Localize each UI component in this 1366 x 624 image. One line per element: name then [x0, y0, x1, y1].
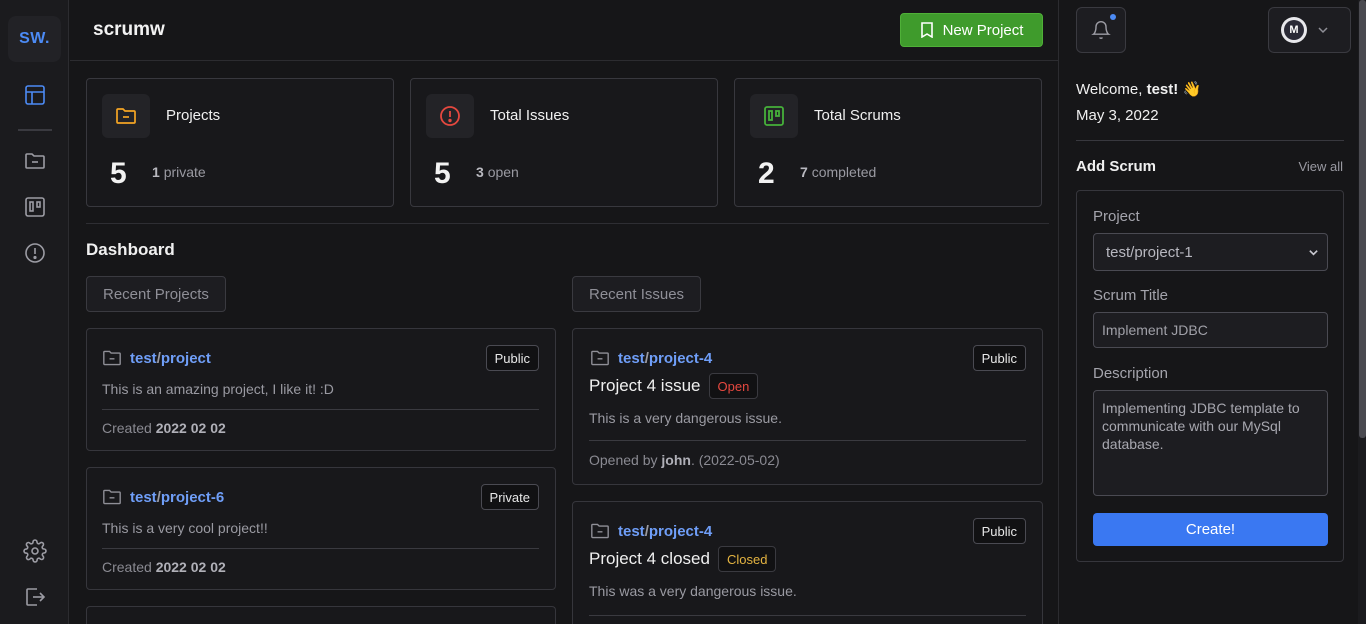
project-description: This is an amazing project, I like it! :…: [102, 381, 334, 397]
section-divider: [86, 223, 1049, 224]
project-link[interactable]: test/project-4: [618, 350, 712, 367]
avatar: M: [1281, 17, 1307, 43]
stat-count: 5: [434, 157, 451, 190]
notifications-button[interactable]: [1076, 7, 1126, 53]
description-textarea[interactable]: Implementing JDBC template to communicat…: [1093, 390, 1328, 496]
project-card-partial: [86, 606, 556, 624]
issue-card[interactable]: test/project-4 Public Project 4 closed C…: [572, 501, 1043, 624]
card-divider: [589, 615, 1026, 616]
issue-description: This was a very dangerous issue.: [589, 583, 797, 599]
issue-description: This is a very dangerous issue.: [589, 410, 782, 426]
stat-card-projects: Projects 5 1 private: [86, 78, 394, 207]
scrum-title-label: Scrum Title: [1093, 287, 1169, 304]
project-select-value: test/project-1: [1106, 243, 1193, 261]
stat-label: Total Issues: [490, 107, 570, 124]
folder-icon[interactable]: [22, 148, 48, 174]
board-icon[interactable]: [22, 194, 48, 220]
visibility-badge: Public: [972, 345, 1026, 371]
welcome-text: Welcome, test! 👋: [1076, 81, 1202, 98]
logout-icon[interactable]: [22, 584, 48, 610]
status-badge: Closed: [717, 546, 777, 572]
project-link[interactable]: test/project-4: [618, 523, 712, 540]
recent-projects-tab[interactable]: Recent Projects: [86, 276, 226, 312]
folder-icon: [590, 522, 610, 540]
panel-divider: [1076, 140, 1344, 141]
issue-card[interactable]: test/project-4 Public Project 4 issue Op…: [572, 328, 1043, 485]
visibility-badge: Public: [485, 345, 539, 371]
alert-icon[interactable]: [22, 240, 48, 266]
folder-icon: [102, 94, 150, 138]
visibility-badge: Private: [480, 484, 539, 510]
issue-title[interactable]: Project 4 issue: [589, 376, 701, 396]
add-scrum-form: Project test/project-1 Scrum Title Imple…: [1076, 190, 1344, 562]
app-logo[interactable]: SW.: [8, 16, 61, 62]
brand-name: scrumw: [93, 19, 165, 40]
project-card[interactable]: test/project-6 Private This is a very co…: [86, 467, 556, 590]
project-created: Created 2022 02 02: [102, 559, 226, 575]
project-description: This is a very cool project!!: [102, 520, 268, 536]
stat-subtext: 3 open: [476, 164, 519, 180]
new-project-label: New Project: [942, 21, 1024, 39]
stat-card-scrums: Total Scrums 2 7 completed: [734, 78, 1042, 207]
sidebar: SW.: [0, 0, 69, 624]
dashboard-title: Dashboard: [86, 240, 175, 259]
project-link[interactable]: test/project-6: [130, 489, 224, 506]
chevron-down-icon: [1318, 27, 1328, 34]
view-all-link[interactable]: View all: [1298, 159, 1343, 174]
project-select[interactable]: test/project-1: [1093, 233, 1328, 271]
issue-opened-by: Opened by john. (2022-05-02): [589, 452, 780, 468]
stat-count: 2: [758, 157, 775, 190]
stat-label: Total Scrums: [814, 107, 901, 124]
project-card[interactable]: test/project Public This is an amazing p…: [86, 328, 556, 451]
project-label: Project: [1093, 208, 1140, 225]
stat-subtext: 1 private: [152, 164, 206, 180]
create-scrum-button[interactable]: Create!: [1093, 513, 1328, 546]
stat-count: 5: [110, 157, 127, 190]
folder-icon: [102, 488, 122, 506]
folder-icon: [590, 349, 610, 367]
recent-issues-tab[interactable]: Recent Issues: [572, 276, 702, 312]
add-scrum-title: Add Scrum: [1076, 158, 1157, 175]
issue-title[interactable]: Project 4 closed: [589, 549, 710, 569]
project-created: Created 2022 02 02: [102, 420, 226, 436]
sidebar-divider: [18, 129, 52, 131]
chevron-down-icon: [1309, 250, 1318, 256]
top-bar: scrumw New Project: [70, 0, 1058, 61]
user-menu-button[interactable]: M: [1268, 7, 1351, 53]
visibility-badge: Public: [972, 518, 1026, 544]
card-divider: [589, 440, 1026, 441]
status-badge: Open: [708, 373, 759, 399]
folder-icon: [102, 349, 122, 367]
alert-circle-icon: [426, 94, 474, 138]
project-link[interactable]: test/project: [130, 350, 211, 367]
bell-icon: [1091, 21, 1111, 39]
card-divider: [102, 548, 539, 549]
stat-label: Projects: [166, 107, 221, 124]
card-divider: [102, 409, 539, 410]
gear-icon[interactable]: [22, 538, 48, 564]
dashboard-icon[interactable]: [22, 82, 48, 108]
right-panel: M Welcome, test! 👋 May 3, 2022 Add Scrum…: [1058, 0, 1358, 624]
stat-card-issues: Total Issues 5 3 open: [410, 78, 718, 207]
description-label: Description: [1093, 365, 1169, 382]
current-date: May 3, 2022: [1076, 107, 1159, 124]
notification-dot: [1110, 14, 1116, 20]
app-root: SW. scrumw New Project Projects 5 1 priv…: [0, 0, 1366, 624]
new-project-button[interactable]: New Project: [900, 13, 1043, 47]
scrollbar-thumb[interactable]: [1359, 0, 1366, 438]
board-icon: [750, 94, 798, 138]
stat-subtext: 7 completed: [800, 164, 877, 180]
issue-title-row: Project 4 closed Closed: [589, 546, 777, 572]
scrum-title-input[interactable]: Implement JDBC: [1093, 312, 1328, 348]
issue-title-row: Project 4 issue Open: [589, 373, 759, 399]
bookmark-icon: [920, 22, 933, 38]
